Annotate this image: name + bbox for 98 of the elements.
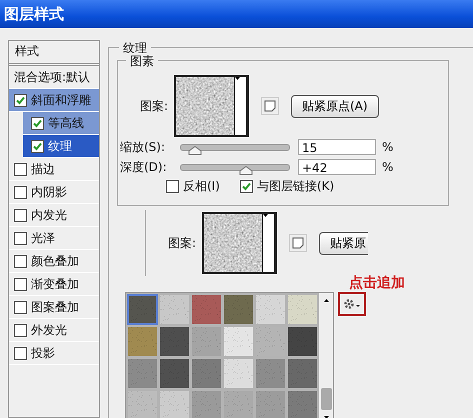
group-title: 图素 [126,53,158,70]
list-header: 样式 [9,41,99,66]
pattern-swatch[interactable] [224,327,253,356]
caret-icon [263,214,275,272]
checkbox[interactable] [14,162,27,176]
style-item[interactable]: 纹理 [23,135,99,158]
scrollbar[interactable] [319,293,333,418]
annotation-text: 点击追加 [349,274,406,292]
pattern-swatch[interactable] [192,391,221,418]
checkmark-icon [242,182,251,191]
value-field[interactable]: +42 [298,159,376,175]
style-label: 投影 [31,344,55,362]
pattern-swatch[interactable] [128,295,157,324]
pattern-swatch[interactable] [160,295,189,324]
style-label: 混合选项:默认 [14,68,90,86]
style-item[interactable]: 内阴影 [9,181,99,204]
snap-origin-button[interactable]: 贴紧原 [319,232,368,254]
pattern-label: 图案: [166,234,196,252]
style-label: 纹理 [48,138,72,154]
pattern-swatch[interactable] [224,295,253,324]
checkbox[interactable] [31,140,44,152]
unit-label: % [382,160,394,174]
style-item[interactable]: 斜面和浮雕 [9,89,99,112]
pattern-swatch[interactable] [224,391,253,418]
checkbox[interactable] [14,278,27,290]
pattern-picker[interactable] [174,75,249,137]
pattern-swatch[interactable] [256,295,285,324]
style-label: 图案叠加 [31,298,79,316]
pattern-swatch[interactable] [192,327,221,356]
checkbox[interactable] [14,232,27,244]
style-item[interactable]: 投影 [9,342,99,365]
slider-label: 深度(D): [120,158,168,176]
style-label: 斜面和浮雕 [31,92,91,108]
style-item[interactable]: 等高线 [23,112,99,135]
style-label: 光泽 [31,230,55,246]
checkbox[interactable] [14,94,27,106]
pattern-label: 图案: [138,98,168,114]
checkmark-icon [33,142,42,150]
window-title: 图层样式 [4,4,64,24]
new-preset-button[interactable] [289,234,307,252]
pattern-swatch[interactable] [128,359,157,388]
style-item[interactable]: 外发光 [9,319,99,342]
new-preset-button[interactable] [261,97,279,115]
checkbox[interactable] [166,180,179,193]
up-arrow-icon [324,299,328,302]
checkbox[interactable] [14,300,27,314]
pattern-swatch[interactable] [256,327,285,356]
slider-label: 缩放(S): [120,138,166,156]
pattern-swatch[interactable] [160,391,189,418]
style-item[interactable]: 描边 [9,158,99,181]
checkbox[interactable] [240,180,253,193]
scroll-thumb[interactable] [320,388,332,410]
slider-thumb[interactable] [238,166,253,174]
pattern-swatch[interactable] [160,327,189,356]
pattern-swatch[interactable] [256,359,285,388]
checkbox[interactable] [14,186,27,198]
pattern-swatch[interactable] [288,295,317,324]
caret-icon [235,77,247,135]
pattern-swatch[interactable] [224,359,253,388]
style-label: 内发光 [31,206,67,224]
page-icon [292,237,304,249]
unit-label: % [382,140,394,154]
value-field[interactable]: 15 [298,139,376,155]
snap-origin-button[interactable]: 贴紧原点(A) [291,94,379,118]
style-item[interactable]: 颜色叠加 [9,250,99,273]
slider-thumb[interactable] [188,146,202,154]
style-item[interactable]: 内发光 [9,204,99,227]
style-item[interactable]: 光泽 [9,227,99,250]
checkbox-label: 与图层链接(K) [256,178,334,195]
style-item[interactable]: 渐变叠加 [9,273,99,296]
checkbox-label: 反相(I) [183,178,220,195]
style-label: 渐变叠加 [31,276,79,292]
style-label: 描边 [31,160,55,178]
pattern-swatch[interactable] [160,359,189,388]
pattern-swatch[interactable] [256,391,285,418]
gear-icon [343,298,361,310]
style-item[interactable]: 图案叠加 [9,296,99,319]
pattern-picker[interactable] [202,212,277,274]
checkbox[interactable] [14,324,27,336]
style-label: 等高线 [48,114,84,132]
pattern-swatch[interactable] [192,295,221,324]
style-label: 外发光 [31,322,67,338]
pattern-swatch[interactable] [288,359,317,388]
pattern-swatch[interactable] [192,359,221,388]
settings-button[interactable] [338,292,366,316]
checkbox[interactable] [14,208,27,222]
style-label: 内阴影 [31,184,67,200]
pattern-swatch[interactable] [128,327,157,356]
page-icon [264,100,276,112]
checkbox[interactable] [14,346,27,360]
pattern-swatch[interactable] [128,391,157,418]
style-label: 颜色叠加 [31,252,79,270]
checkbox[interactable] [14,254,27,268]
pattern-swatch[interactable] [288,391,317,418]
checkbox[interactable] [31,116,44,130]
checkmark-icon [33,118,42,128]
checkmark-icon [16,96,25,104]
pattern-swatch[interactable] [288,327,317,356]
